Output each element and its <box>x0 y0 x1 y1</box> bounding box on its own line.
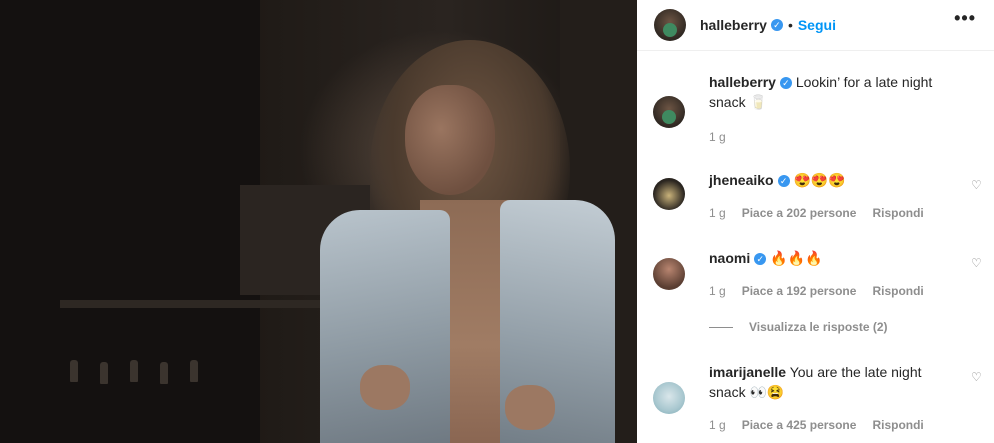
comment-username[interactable]: jheneaiko <box>709 172 774 188</box>
like-heart-icon[interactable]: ♡ <box>971 370 983 384</box>
author-username[interactable]: halleberry <box>700 17 767 33</box>
separator-dot: • <box>787 17 793 33</box>
caption-avatar[interactable] <box>653 96 685 128</box>
commenter-avatar[interactable] <box>653 382 685 414</box>
post-side-panel: halleberry ✓ • Segui ••• halleberry ✓ Loo… <box>637 0 994 443</box>
reply-button[interactable]: Rispondi <box>872 206 923 220</box>
person-hand <box>505 385 555 430</box>
comment-body: jheneaiko ✓ 😍😍😍 <box>709 170 959 190</box>
background-bottle <box>160 362 168 384</box>
comment-likes[interactable]: Piace a 202 persone <box>742 206 857 220</box>
caption-meta: 1 g <box>709 130 726 144</box>
comment-likes[interactable]: Piace a 425 persone <box>742 418 857 432</box>
background-bottle <box>70 360 78 382</box>
post-caption: halleberry ✓ Lookin’ for a late night sna… <box>653 72 983 152</box>
caption-body: halleberry ✓ Lookin’ for a late night sna… <box>709 72 959 112</box>
comment-likes[interactable]: Piace a 192 persone <box>742 284 857 298</box>
replies-divider <box>709 326 733 328</box>
background-bottle <box>100 362 108 384</box>
commenter-avatar[interactable] <box>653 258 685 290</box>
verified-badge-icon: ✓ <box>770 19 783 31</box>
comment-item: imarijanelle You are the late night snac… <box>653 362 983 442</box>
verified-badge-icon: ✓ <box>779 77 792 90</box>
person-face <box>405 85 495 195</box>
view-replies-button[interactable]: Visualizza le risposte (2) <box>709 320 888 334</box>
reply-button[interactable]: Rispondi <box>872 284 923 298</box>
comment-username[interactable]: naomi <box>709 250 750 266</box>
caption-age[interactable]: 1 g <box>709 130 726 144</box>
comment-body: naomi ✓ 🔥🔥🔥 <box>709 248 959 268</box>
comment-username[interactable]: imarijanelle <box>709 364 786 380</box>
comment-meta: 1 g Piace a 202 persone Rispondi <box>709 206 924 220</box>
verified-badge-icon: ✓ <box>777 175 790 188</box>
post-photo[interactable] <box>0 0 637 443</box>
person-hand <box>360 365 410 410</box>
verified-badge-icon: ✓ <box>754 253 767 266</box>
background-shelf <box>60 300 320 308</box>
author-avatar[interactable] <box>654 9 686 41</box>
like-heart-icon[interactable]: ♡ <box>971 256 983 270</box>
comment-meta: 1 g Piace a 425 persone Rispondi <box>709 418 924 432</box>
like-heart-icon[interactable]: ♡ <box>971 178 983 192</box>
comment-item: jheneaiko ✓ 😍😍😍 1 g Piace a 202 persone R… <box>653 170 983 226</box>
caption-username[interactable]: halleberry <box>709 74 776 90</box>
comment-text: 😍😍😍 <box>793 172 846 188</box>
comment-body: imarijanelle You are the late night snac… <box>709 362 959 402</box>
background-bottle <box>190 360 198 382</box>
comment-age[interactable]: 1 g <box>709 206 726 220</box>
comment-meta: 1 g Piace a 192 persone Rispondi <box>709 284 924 298</box>
comment-text: 🔥🔥🔥 <box>770 250 823 266</box>
comment-age[interactable]: 1 g <box>709 284 726 298</box>
post-header: halleberry ✓ • Segui ••• <box>637 0 994 51</box>
commenter-avatar[interactable] <box>653 178 685 210</box>
view-replies-label: Visualizza le risposte (2) <box>749 320 888 334</box>
more-options-icon[interactable]: ••• <box>954 8 976 29</box>
background-bottle <box>130 360 138 382</box>
follow-button[interactable]: Segui <box>798 17 836 33</box>
reply-button[interactable]: Rispondi <box>872 418 923 432</box>
comment-item: naomi ✓ 🔥🔥🔥 1 g Piace a 192 persone Rispo… <box>653 248 983 304</box>
comment-age[interactable]: 1 g <box>709 418 726 432</box>
